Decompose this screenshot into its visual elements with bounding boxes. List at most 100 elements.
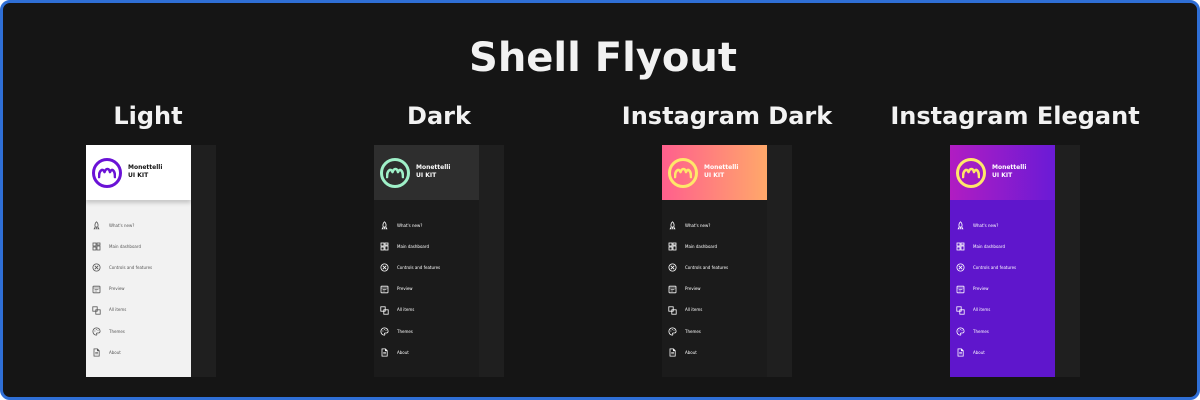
showcase-frame: Shell Flyout Light Monettelli UI KIT Wha… xyxy=(0,0,1200,400)
menu-item-label: Main dashboard xyxy=(973,243,1005,249)
dashboard-icon xyxy=(668,242,677,251)
menu-item-all-items[interactable]: All items xyxy=(950,300,1055,321)
rocket-icon xyxy=(956,221,965,230)
flyout-header: Monettelli UI KIT xyxy=(374,145,479,200)
brand-line-1: Monettelli xyxy=(992,164,1027,171)
brand-line-1: Monettelli xyxy=(416,164,451,171)
menu-item-label: Controls and features xyxy=(685,264,729,270)
menu-item-label: Controls and features xyxy=(109,264,153,270)
brand-logo-icon xyxy=(380,158,410,188)
menu-item-rocket[interactable]: What's new? xyxy=(374,215,479,236)
rocket-icon xyxy=(668,221,677,230)
variant-title-instagram-elegant: Instagram Elegant xyxy=(890,102,1140,130)
menu-item-label: Controls and features xyxy=(397,264,441,270)
menu-item-label: Themes xyxy=(397,328,413,334)
brand-line-2: UI KIT xyxy=(128,172,149,179)
menu-item-label: About xyxy=(109,349,121,355)
dashboard-icon xyxy=(92,242,101,251)
menu-item-preview[interactable]: Preview xyxy=(662,279,767,300)
brand-line-2: UI KIT xyxy=(704,172,725,179)
menu-item-label: Preview xyxy=(973,286,989,292)
menu-item-palette[interactable]: Themes xyxy=(374,321,479,342)
menu-item-palette[interactable]: Themes xyxy=(662,321,767,342)
menu-item-all-items[interactable]: All items xyxy=(662,300,767,321)
flyout-header: Monettelli UI KIT xyxy=(662,145,767,200)
brand-mark-icon xyxy=(386,167,404,179)
content-strip xyxy=(479,145,504,377)
menu-item-label: Themes xyxy=(685,328,701,334)
menu-item-label: All items xyxy=(109,307,127,313)
brand-line-1: Monettelli xyxy=(128,164,163,171)
brand-name: Monettelli UI KIT xyxy=(992,164,1026,180)
flyout-pane: Monettelli UI KIT What's new? Main dashbo… xyxy=(662,145,767,377)
flyout-preview-instagram-dark: Monettelli UI KIT What's new? Main dashbo… xyxy=(662,145,792,377)
flyout-menu: What's new? Main dashboard Controls and fe… xyxy=(374,215,479,363)
rocket-icon xyxy=(92,221,101,230)
menu-item-preview[interactable]: Preview xyxy=(374,279,479,300)
menu-item-controls[interactable]: Controls and features xyxy=(662,257,767,278)
flyout-preview-light: Monettelli UI KIT What's new? Main dashbo… xyxy=(86,145,216,377)
menu-item-label: What's new? xyxy=(973,222,999,228)
rocket-icon xyxy=(380,221,389,230)
palette-icon xyxy=(92,327,101,336)
controls-icon xyxy=(956,263,965,272)
menu-item-dashboard[interactable]: Main dashboard xyxy=(662,236,767,257)
menu-item-dashboard[interactable]: Main dashboard xyxy=(950,236,1055,257)
menu-item-label: About xyxy=(685,349,697,355)
preview-icon xyxy=(92,285,101,294)
flyout-menu: What's new? Main dashboard Controls and fe… xyxy=(86,215,191,363)
flyout-preview-instagram-elegant: Monettelli UI KIT What's new? Main dashbo… xyxy=(950,145,1080,377)
menu-item-rocket[interactable]: What's new? xyxy=(662,215,767,236)
menu-item-all-items[interactable]: All items xyxy=(374,300,479,321)
document-icon xyxy=(92,348,101,357)
all-items-icon xyxy=(380,306,389,315)
menu-item-controls[interactable]: Controls and features xyxy=(374,257,479,278)
menu-item-document[interactable]: About xyxy=(86,342,191,363)
menu-item-palette[interactable]: Themes xyxy=(86,321,191,342)
menu-item-label: Preview xyxy=(109,286,125,292)
menu-item-palette[interactable]: Themes xyxy=(950,321,1055,342)
menu-item-label: Main dashboard xyxy=(685,243,717,249)
variant-title-light: Light xyxy=(113,102,183,130)
menu-item-document[interactable]: About xyxy=(950,342,1055,363)
menu-item-document[interactable]: About xyxy=(374,342,479,363)
content-strip xyxy=(191,145,216,377)
brand-line-1: Monettelli xyxy=(704,164,739,171)
menu-item-rocket[interactable]: What's new? xyxy=(86,215,191,236)
menu-item-rocket[interactable]: What's new? xyxy=(950,215,1055,236)
menu-item-preview[interactable]: Preview xyxy=(950,279,1055,300)
menu-item-controls[interactable]: Controls and features xyxy=(950,257,1055,278)
flyout-header: Monettelli UI KIT xyxy=(950,145,1055,200)
flyout-header: Monettelli UI KIT xyxy=(86,145,191,200)
flyout-pane: Monettelli UI KIT What's new? Main dashbo… xyxy=(950,145,1055,377)
preview-icon xyxy=(380,285,389,294)
menu-item-label: Themes xyxy=(973,328,989,334)
palette-icon xyxy=(956,327,965,336)
all-items-icon xyxy=(956,306,965,315)
menu-item-preview[interactable]: Preview xyxy=(86,279,191,300)
menu-item-dashboard[interactable]: Main dashboard xyxy=(86,236,191,257)
controls-icon xyxy=(380,263,389,272)
flyout-menu: What's new? Main dashboard Controls and fe… xyxy=(950,215,1055,363)
brand-mark-icon xyxy=(962,167,980,179)
menu-item-label: All items xyxy=(685,307,703,313)
menu-item-label: All items xyxy=(973,307,991,313)
flyout-preview-dark: Monettelli UI KIT What's new? Main dashbo… xyxy=(374,145,504,377)
brand-mark-icon xyxy=(674,167,692,179)
menu-item-dashboard[interactable]: Main dashboard xyxy=(374,236,479,257)
brand-name: Monettelli UI KIT xyxy=(128,164,162,180)
content-strip xyxy=(767,145,792,377)
menu-item-label: All items xyxy=(397,307,415,313)
all-items-icon xyxy=(668,306,677,315)
menu-item-controls[interactable]: Controls and features xyxy=(86,257,191,278)
menu-item-all-items[interactable]: All items xyxy=(86,300,191,321)
controls-icon xyxy=(668,263,677,272)
variant-title-instagram-dark: Instagram Dark xyxy=(621,102,833,130)
menu-item-label: Preview xyxy=(685,286,701,292)
brand-logo-icon xyxy=(668,158,698,188)
all-items-icon xyxy=(92,306,101,315)
menu-item-document[interactable]: About xyxy=(662,342,767,363)
menu-item-label: What's new? xyxy=(397,222,423,228)
document-icon xyxy=(380,348,389,357)
brand-mark-icon xyxy=(98,167,116,179)
